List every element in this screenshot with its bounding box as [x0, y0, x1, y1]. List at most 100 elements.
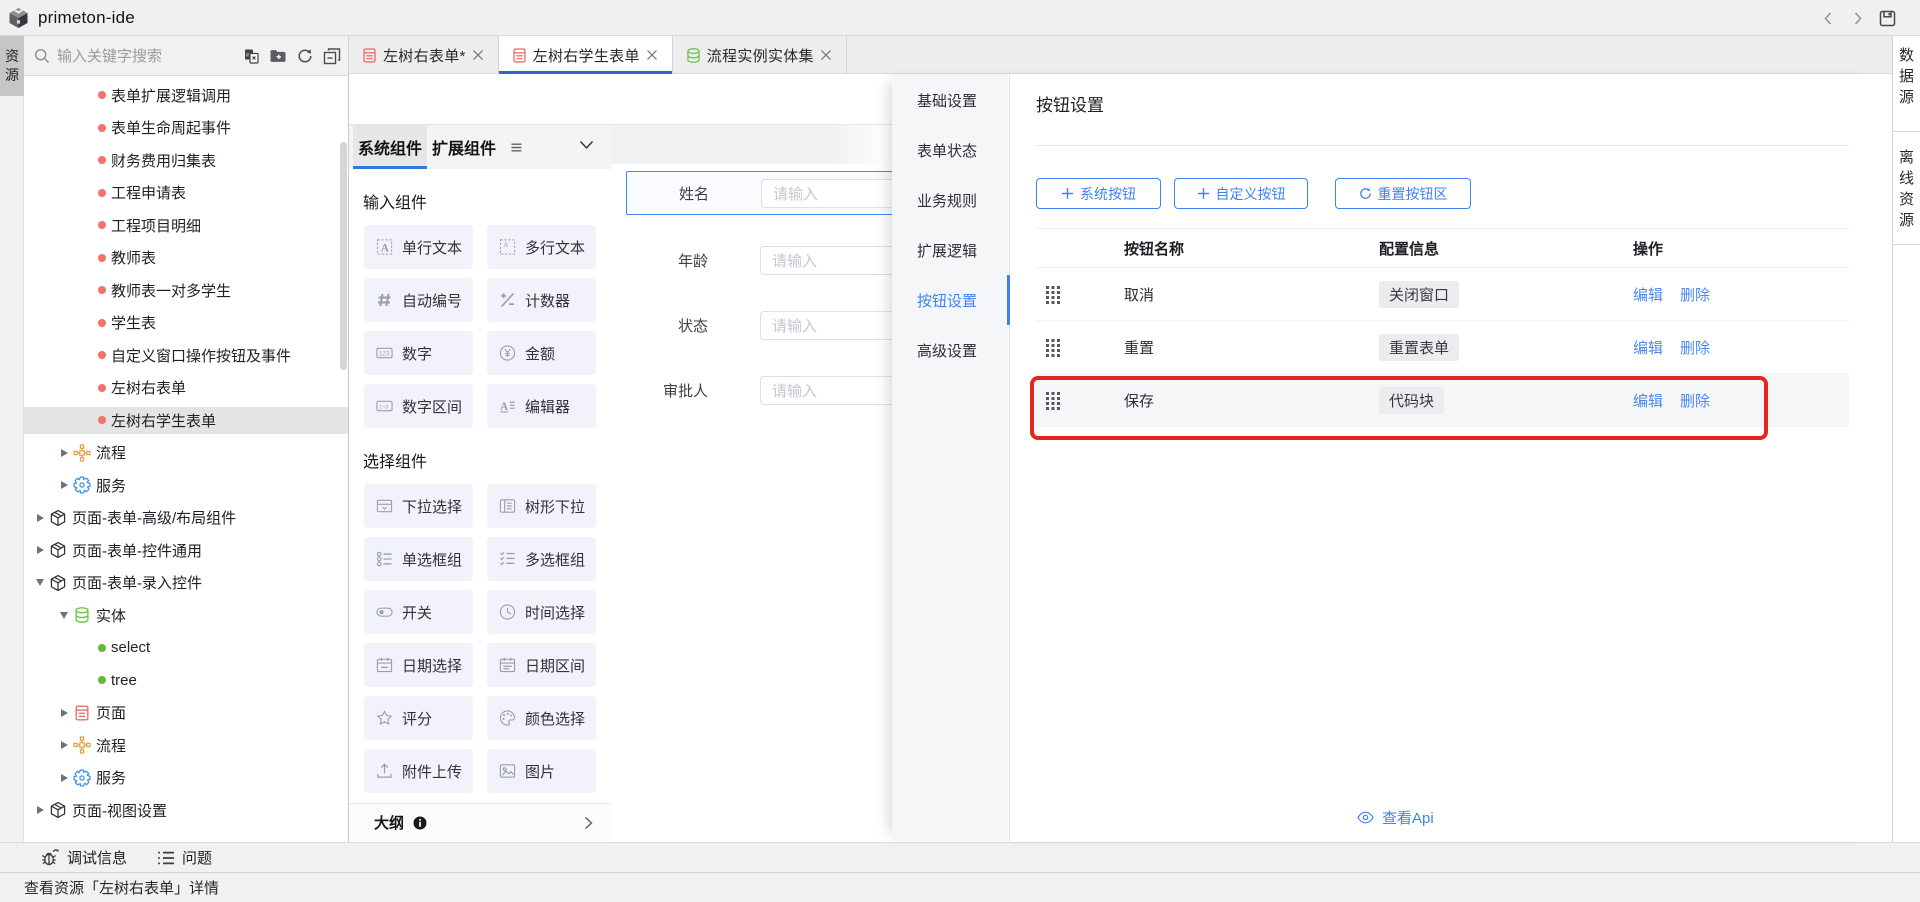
chevron-right-icon[interactable] — [55, 774, 73, 782]
text-input[interactable]: 请输入 — [760, 311, 892, 340]
chevron-down-icon[interactable] — [31, 579, 49, 586]
palette-item-editor[interactable]: A编辑器 — [487, 384, 596, 428]
text-input[interactable]: 请输入 — [761, 179, 892, 208]
tree-item[interactable]: 表单生命周起事件 — [24, 112, 348, 145]
tree-item[interactable]: 工程申请表 — [24, 177, 348, 210]
tree-item[interactable]: 服务 — [24, 469, 348, 502]
palette-item-single-text[interactable]: A单行文本 — [364, 225, 473, 269]
tree-item[interactable]: 实体 — [24, 599, 348, 632]
tree-item[interactable]: 教师表 — [24, 242, 348, 275]
add-custom-button[interactable]: 自定义按钮 — [1174, 178, 1308, 209]
collapse-all-icon[interactable] — [323, 47, 341, 65]
form-field-selected[interactable]: 姓名 请输入 — [626, 171, 892, 215]
palette-item-rate[interactable]: 评分 — [364, 696, 473, 740]
tree-item[interactable]: 流程 — [24, 437, 348, 470]
problems-button[interactable]: 问题 — [157, 847, 212, 868]
drag-handle-icon[interactable] — [1036, 391, 1124, 410]
tree-item[interactable]: 页面-表单-控件通用 — [24, 534, 348, 567]
tree-item[interactable]: select — [24, 632, 348, 665]
nav-forward-icon[interactable] — [1850, 11, 1865, 26]
delete-link[interactable]: 删除 — [1680, 284, 1710, 305]
palette-item-amount[interactable]: 金额 — [487, 331, 596, 375]
palette-item-switch[interactable]: 开关 — [364, 590, 473, 634]
table-row[interactable]: 重置 重置表单 编辑删除 — [1036, 321, 1849, 374]
palette-item-tree-select[interactable]: 树形下拉 — [487, 484, 596, 528]
chevron-right-icon[interactable] — [31, 514, 49, 522]
chevron-right-icon[interactable] — [55, 481, 73, 489]
settings-nav-item[interactable]: 基础设置 — [892, 75, 1009, 125]
palette-item-checkbox-group[interactable]: 多选框组 — [487, 537, 596, 581]
tree-item[interactable]: 左树右表单 — [24, 372, 348, 405]
chevron-right-icon[interactable] — [55, 709, 73, 717]
close-icon[interactable] — [472, 49, 484, 61]
reset-button-area-button[interactable]: 重置按钮区 — [1335, 178, 1471, 209]
tree-item[interactable]: 工程项目明细 — [24, 209, 348, 242]
tree-item[interactable]: 学生表 — [24, 307, 348, 340]
editor-tab[interactable]: 左树右表单* — [348, 36, 499, 74]
tree-item[interactable]: 表单扩展逻辑调用 — [24, 79, 348, 112]
delete-link[interactable]: 删除 — [1680, 390, 1710, 411]
tree-item[interactable]: tree — [24, 664, 348, 697]
palette-tab-extension[interactable]: 扩展组件 — [427, 125, 501, 169]
nav-back-icon[interactable] — [1821, 11, 1836, 26]
tree-item[interactable]: 服务 — [24, 762, 348, 795]
chevron-down-icon[interactable] — [579, 140, 594, 150]
chevron-right-icon[interactable] — [31, 806, 49, 814]
palette-item-number-range[interactable]: 1~3数字区间 — [364, 384, 473, 428]
delete-link[interactable]: 删除 — [1680, 337, 1710, 358]
edit-link[interactable]: 编辑 — [1633, 337, 1663, 358]
text-input[interactable]: 请输入 — [760, 376, 892, 405]
palette-item-multi-text[interactable]: A多行文本 — [487, 225, 596, 269]
form-field[interactable]: 审批人 请输入 — [626, 368, 892, 412]
drag-handle-icon[interactable] — [1036, 338, 1124, 357]
table-row[interactable]: 取消 关闭窗口 编辑删除 — [1036, 268, 1849, 321]
new-folder-icon[interactable] — [269, 47, 287, 65]
dock-tab-offline[interactable]: 离线资源 — [1893, 132, 1920, 244]
edit-link[interactable]: 编辑 — [1633, 390, 1663, 411]
editor-tab-active[interactable]: 左树右学生表单 — [499, 36, 673, 74]
palette-item-auto-number[interactable]: 自动编号 — [364, 278, 473, 322]
form-field[interactable]: 状态 请输入 — [626, 303, 892, 347]
tree-item[interactable]: 教师表一对多学生 — [24, 274, 348, 307]
chevron-right-icon[interactable] — [55, 741, 73, 749]
locate-resource-icon[interactable]: in — [242, 47, 260, 65]
outline-bar[interactable]: 大纲 — [349, 803, 611, 841]
palette-item-image[interactable]: 图片 — [487, 749, 596, 793]
dock-tab-resource[interactable]: 资源 — [0, 36, 24, 96]
palette-item-number[interactable]: 123数字 — [364, 331, 473, 375]
debug-info-button[interactable]: 调试信息 — [40, 847, 127, 868]
settings-nav-item[interactable]: 表单状态 — [892, 125, 1009, 175]
text-input[interactable]: 请输入 — [760, 246, 892, 275]
search-input[interactable]: 输入关键字搜索 — [57, 45, 242, 66]
tree-item[interactable]: 流程 — [24, 729, 348, 762]
chevron-right-icon[interactable] — [31, 546, 49, 554]
palette-item-color-picker[interactable]: 颜色选择 — [487, 696, 596, 740]
settings-nav-item-active[interactable]: 按钮设置 — [892, 275, 1009, 325]
chevron-down-icon[interactable] — [55, 612, 73, 619]
menu-icon[interactable] — [511, 143, 522, 152]
add-system-button[interactable]: 系统按钮 — [1036, 178, 1161, 209]
settings-nav-item[interactable]: 扩展逻辑 — [892, 225, 1009, 275]
settings-nav-item[interactable]: 业务规则 — [892, 175, 1009, 225]
tree-item[interactable]: 财务费用归集表 — [24, 144, 348, 177]
palette-item-counter[interactable]: 计数器 — [487, 278, 596, 322]
tree-item[interactable]: 页面-表单-高级/布局组件 — [24, 502, 348, 535]
drag-handle-icon[interactable] — [1036, 285, 1124, 304]
palette-item-upload[interactable]: 附件上传 — [364, 749, 473, 793]
palette-item-date-picker[interactable]: 日期选择 — [364, 643, 473, 687]
dock-tab-datasource[interactable]: 数据源 — [1893, 36, 1920, 131]
palette-item-radio-group[interactable]: 单选框组 — [364, 537, 473, 581]
palette-tab-system[interactable]: 系统组件 — [353, 125, 427, 169]
tree-scrollbar[interactable] — [340, 142, 347, 370]
tree-item[interactable]: 页面 — [24, 697, 348, 730]
close-icon[interactable] — [820, 49, 832, 61]
settings-nav-item[interactable]: 高级设置 — [892, 325, 1009, 375]
view-api-link[interactable]: 查看Api — [1357, 807, 1434, 828]
editor-tab[interactable]: 流程实例实体集 — [673, 36, 847, 74]
tree-item[interactable]: 自定义窗口操作按钮及事件 — [24, 339, 348, 372]
chevron-right-icon[interactable] — [55, 449, 73, 457]
edit-link[interactable]: 编辑 — [1633, 284, 1663, 305]
tree-item[interactable]: 页面-表单-录入控件 — [24, 567, 348, 600]
palette-item-date-range[interactable]: 日期区间 — [487, 643, 596, 687]
tree-item[interactable]: 左树右学生表单 — [24, 404, 348, 437]
